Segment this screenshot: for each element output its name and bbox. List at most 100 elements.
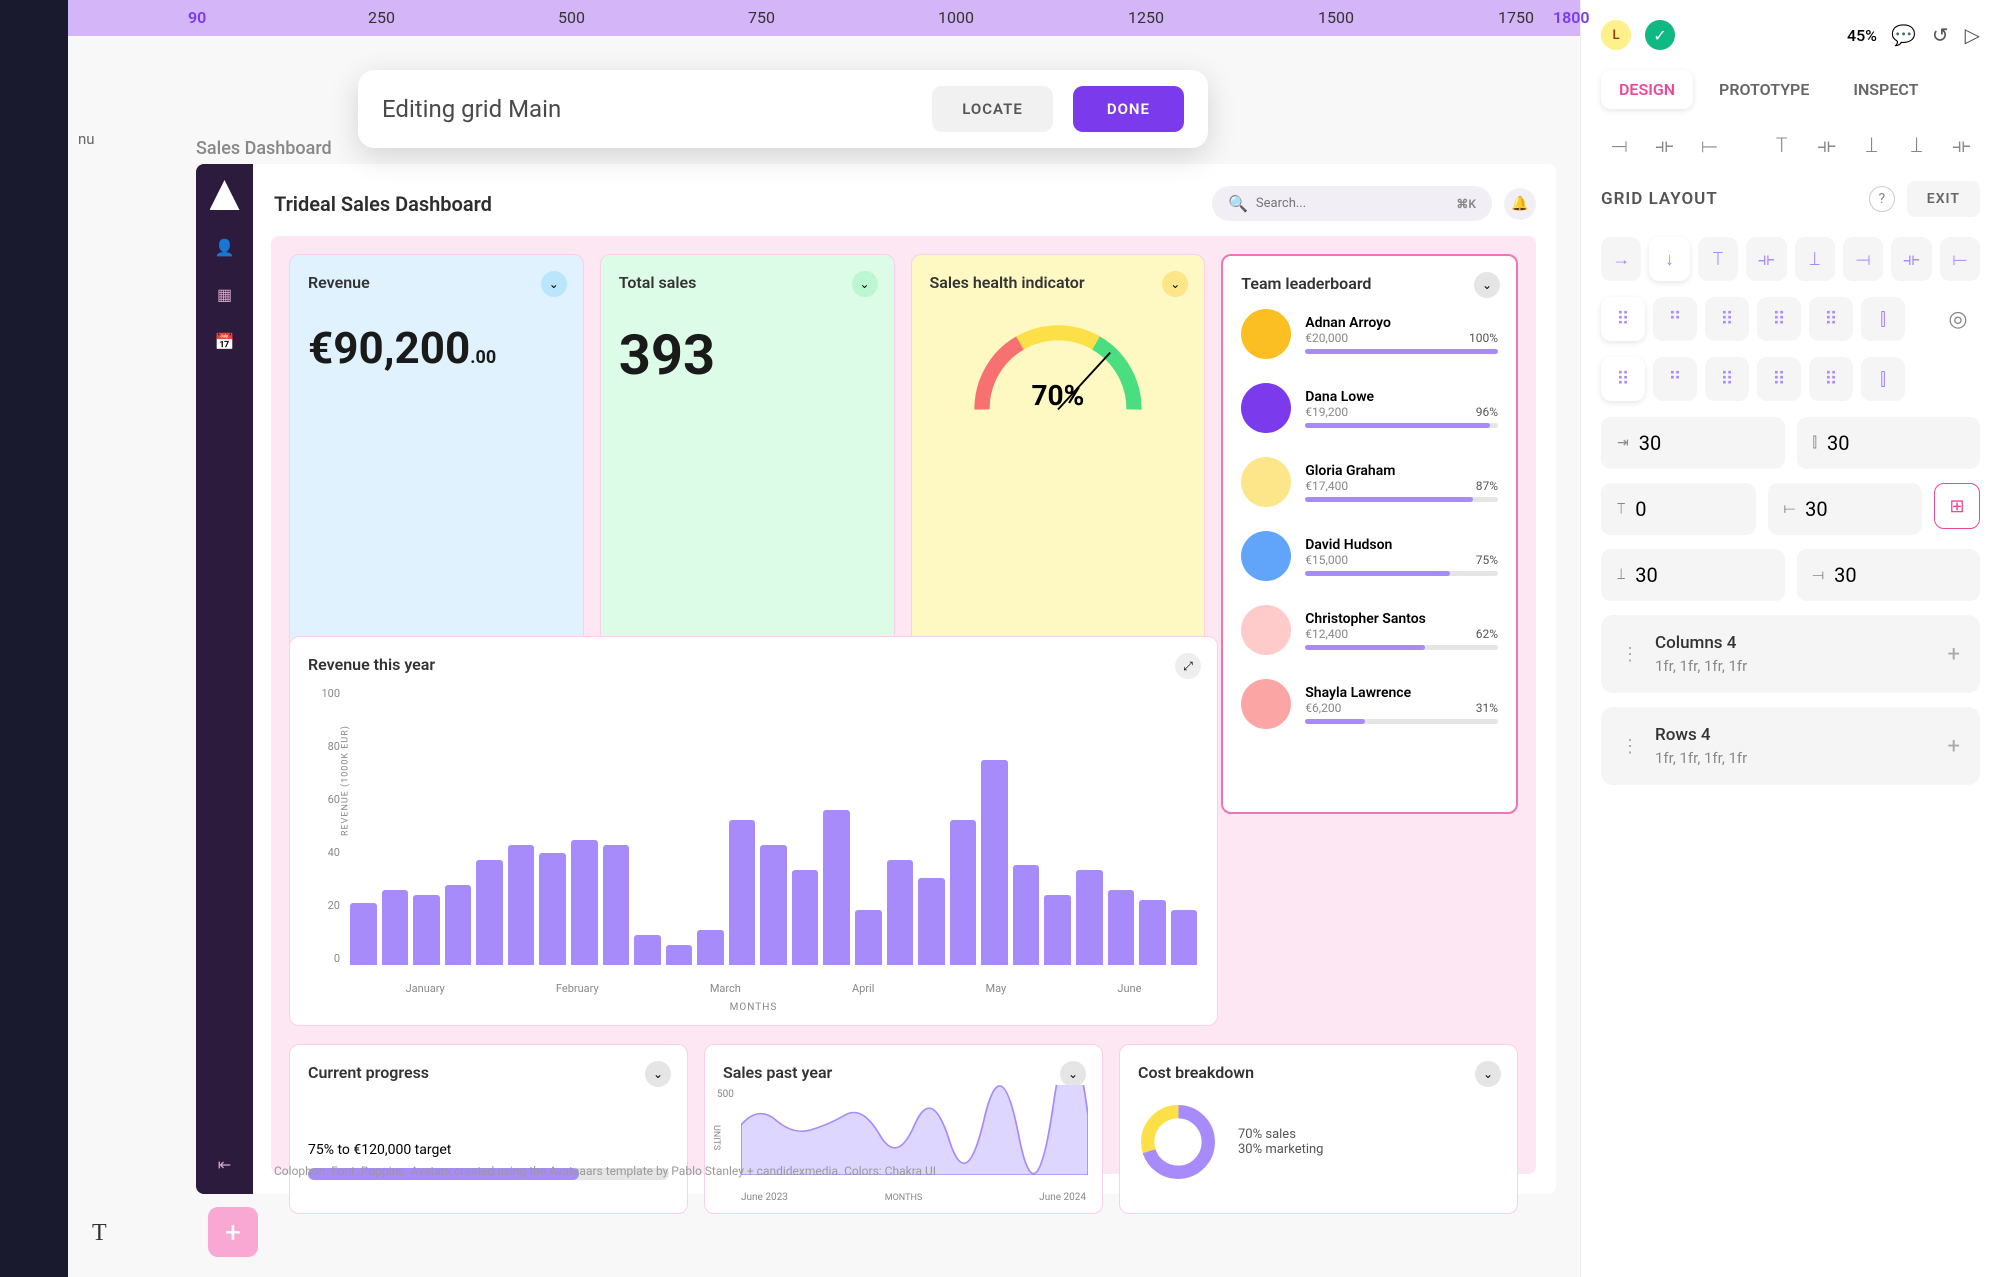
leader-item[interactable]: Dana Lowe €19,20096% xyxy=(1241,383,1498,433)
zoom-level[interactable]: 45% xyxy=(1847,26,1877,45)
tab-prototype[interactable]: PROTOTYPE xyxy=(1701,70,1827,109)
avatar xyxy=(1241,309,1291,359)
grid-icon[interactable]: ▦ xyxy=(217,285,232,304)
chevron-down-icon[interactable]: ⌄ xyxy=(1475,1061,1501,1087)
align-top-icon[interactable]: ⟙ xyxy=(1763,133,1800,157)
align-start-icon[interactable]: ⟙ xyxy=(1698,237,1738,281)
cost-card[interactable]: Cost breakdown ⌄ 70% sales 30% marketing xyxy=(1119,1044,1518,1214)
chevron-down-icon[interactable]: ⌄ xyxy=(1060,1061,1086,1087)
logo-icon xyxy=(210,180,240,210)
play-icon[interactable]: ▷ xyxy=(1965,23,1980,47)
apply-all-icon[interactable]: ⊞ xyxy=(1934,483,1980,529)
ruler-tick: 1800 xyxy=(1553,8,1590,27)
add-button[interactable]: + xyxy=(208,1207,258,1257)
chevron-down-icon[interactable]: ⌄ xyxy=(1474,272,1500,298)
comment-icon[interactable]: 💬 xyxy=(1891,23,1916,47)
pad-top-input[interactable]: ⟙0 xyxy=(1601,483,1756,535)
flow-right-icon[interactable]: → xyxy=(1601,237,1641,281)
locate-button[interactable]: LOCATE xyxy=(932,86,1053,132)
justify-start-icon[interactable]: ⟞ xyxy=(1843,237,1883,281)
justify-center-icon[interactable]: ⟛ xyxy=(1891,237,1931,281)
col-gap-input[interactable]: ⇥30 xyxy=(1601,417,1785,469)
history-icon[interactable]: ↺ xyxy=(1932,23,1949,47)
leader-item[interactable]: Shayla Lawrence €6,20031% xyxy=(1241,679,1498,729)
expand-icon[interactable]: ⤢ xyxy=(1175,653,1201,679)
columns-sub: 1fr, 1fr, 1fr, 1fr xyxy=(1655,657,1932,675)
chevron-down-icon[interactable]: ⌄ xyxy=(645,1061,671,1087)
drag-icon[interactable]: ⋮ xyxy=(1621,736,1639,757)
leader-item[interactable]: Christopher Santos €12,40062% xyxy=(1241,605,1498,655)
ruler-tick: 1000 xyxy=(938,8,974,27)
align-vcenter-icon[interactable]: ⟛ xyxy=(1808,133,1845,157)
leader-bar xyxy=(1305,497,1498,502)
chevron-down-icon[interactable]: ⌄ xyxy=(852,271,878,297)
rows-item[interactable]: ⋮ Rows 4 1fr, 1fr, 1fr, 1fr + xyxy=(1601,707,1980,785)
justify-end-icon[interactable]: ⟝ xyxy=(1940,237,1980,281)
calendar-icon[interactable]: 📅 xyxy=(215,332,235,351)
chevron-down-icon[interactable]: ⌄ xyxy=(541,271,567,297)
rows-title: Rows 4 xyxy=(1655,725,1932,745)
leader-item[interactable]: Gloria Graham €17,40087% xyxy=(1241,457,1498,507)
drag-icon[interactable]: ⋮ xyxy=(1621,644,1639,665)
avatar xyxy=(1241,531,1291,581)
ruler-tick: 500 xyxy=(558,8,585,27)
leader-name: Shayla Lawrence xyxy=(1305,685,1498,701)
grid-opt-icon[interactable]: ⠿ xyxy=(1809,297,1853,341)
align-end-icon[interactable]: ⟘ xyxy=(1795,237,1835,281)
target-icon[interactable]: ◎ xyxy=(1936,297,1980,341)
pad-right-input[interactable]: ⟝30 xyxy=(1768,483,1923,535)
pad-bottom-input[interactable]: ⟘30 xyxy=(1601,549,1785,601)
plus-icon[interactable]: + xyxy=(1948,642,1960,667)
user-icon[interactable]: 👤 xyxy=(215,238,235,257)
plus-icon[interactable]: + xyxy=(1948,734,1960,759)
leader-bar xyxy=(1305,349,1498,354)
grid-opt-icon[interactable]: ⠿ xyxy=(1601,357,1645,401)
logout-icon[interactable]: ⇤ xyxy=(218,1155,231,1174)
canvas[interactable]: 90 250 500 750 1000 1250 1500 1750 1800 … xyxy=(68,0,1580,1277)
user-avatar[interactable]: L xyxy=(1601,20,1631,50)
ruler-horizontal: 90 250 500 750 1000 1250 1500 1750 1800 xyxy=(68,0,1580,36)
dashboard-frame[interactable]: 👤 ▦ 📅 ⇤ Trideal Sales Dashboard 🔍 ⌘K 🔔 xyxy=(196,164,1556,1194)
row-gap-input[interactable]: ⫿30 xyxy=(1797,417,1981,469)
sync-check-icon[interactable]: ✓ xyxy=(1645,20,1675,50)
tab-design[interactable]: DESIGN xyxy=(1601,70,1693,109)
columns-item[interactable]: ⋮ Columns 4 1fr, 1fr, 1fr, 1fr + xyxy=(1601,615,1980,693)
revenue-chart-card[interactable]: Revenue this year ⤢ REVENUE (1000K EUR) … xyxy=(289,636,1218,1026)
grid-opt-icon[interactable]: ⠿ xyxy=(1809,357,1853,401)
align-center-icon[interactable]: ⟛ xyxy=(1746,237,1786,281)
align-left-icon[interactable]: ⟞ xyxy=(1601,133,1638,157)
leader-item[interactable]: David Hudson €15,00075% xyxy=(1241,531,1498,581)
pad-left-input[interactable]: ⟞30 xyxy=(1797,549,1981,601)
past-year-card[interactable]: Sales past year ⌄ 500 UNITS June 2023 MO… xyxy=(704,1044,1103,1214)
progress-card[interactable]: Current progress ⌄ 75% to €120,000 targe… xyxy=(289,1044,688,1214)
grid-opt-icon[interactable]: ⫿ xyxy=(1861,357,1905,401)
grid-opt-icon[interactable]: ⠿ xyxy=(1757,297,1801,341)
align-hcenter-icon[interactable]: ⟛ xyxy=(1646,133,1683,157)
search-field[interactable] xyxy=(1256,196,1448,211)
grid-opt-icon[interactable]: ⠿ xyxy=(1705,297,1749,341)
flow-down-icon[interactable]: ↓ xyxy=(1649,237,1689,281)
align-stretch-icon[interactable]: ⟛ xyxy=(1943,133,1980,157)
ruler-tick: 750 xyxy=(748,8,775,27)
dense-icon[interactable]: ⠿ xyxy=(1601,297,1645,341)
tab-inspect[interactable]: INSPECT xyxy=(1835,70,1936,109)
grid-opt-icon[interactable]: ⠛ xyxy=(1653,357,1697,401)
help-icon[interactable]: ? xyxy=(1869,186,1895,212)
leader-item[interactable]: Adnan Arroyo €20,000100% xyxy=(1241,309,1498,359)
align-bottom-icon[interactable]: ⟘ xyxy=(1853,133,1890,157)
grid-opt-icon[interactable]: ⠿ xyxy=(1705,357,1749,401)
align-right-icon[interactable]: ⟝ xyxy=(1691,133,1728,157)
chevron-down-icon[interactable]: ⌄ xyxy=(1162,271,1188,297)
leader-name: Adnan Arroyo xyxy=(1305,315,1498,331)
bell-icon[interactable]: 🔔 xyxy=(1504,188,1536,220)
search-input[interactable]: 🔍 ⌘K xyxy=(1212,186,1492,221)
text-tool-icon[interactable]: T xyxy=(92,1220,107,1247)
grid-opt-icon[interactable]: ⫿ xyxy=(1861,297,1905,341)
leader-pct: 87% xyxy=(1476,479,1498,493)
align-baseline-icon[interactable]: ⟘ xyxy=(1898,133,1935,157)
done-button[interactable]: DONE xyxy=(1073,86,1184,132)
leaderboard-card[interactable]: Team leaderboard ⌄ Adnan Arroyo €20,0001… xyxy=(1221,254,1518,814)
grid-opt-icon[interactable]: ⠛ xyxy=(1653,297,1697,341)
exit-button[interactable]: EXIT xyxy=(1907,181,1980,217)
grid-opt-icon[interactable]: ⠿ xyxy=(1757,357,1801,401)
